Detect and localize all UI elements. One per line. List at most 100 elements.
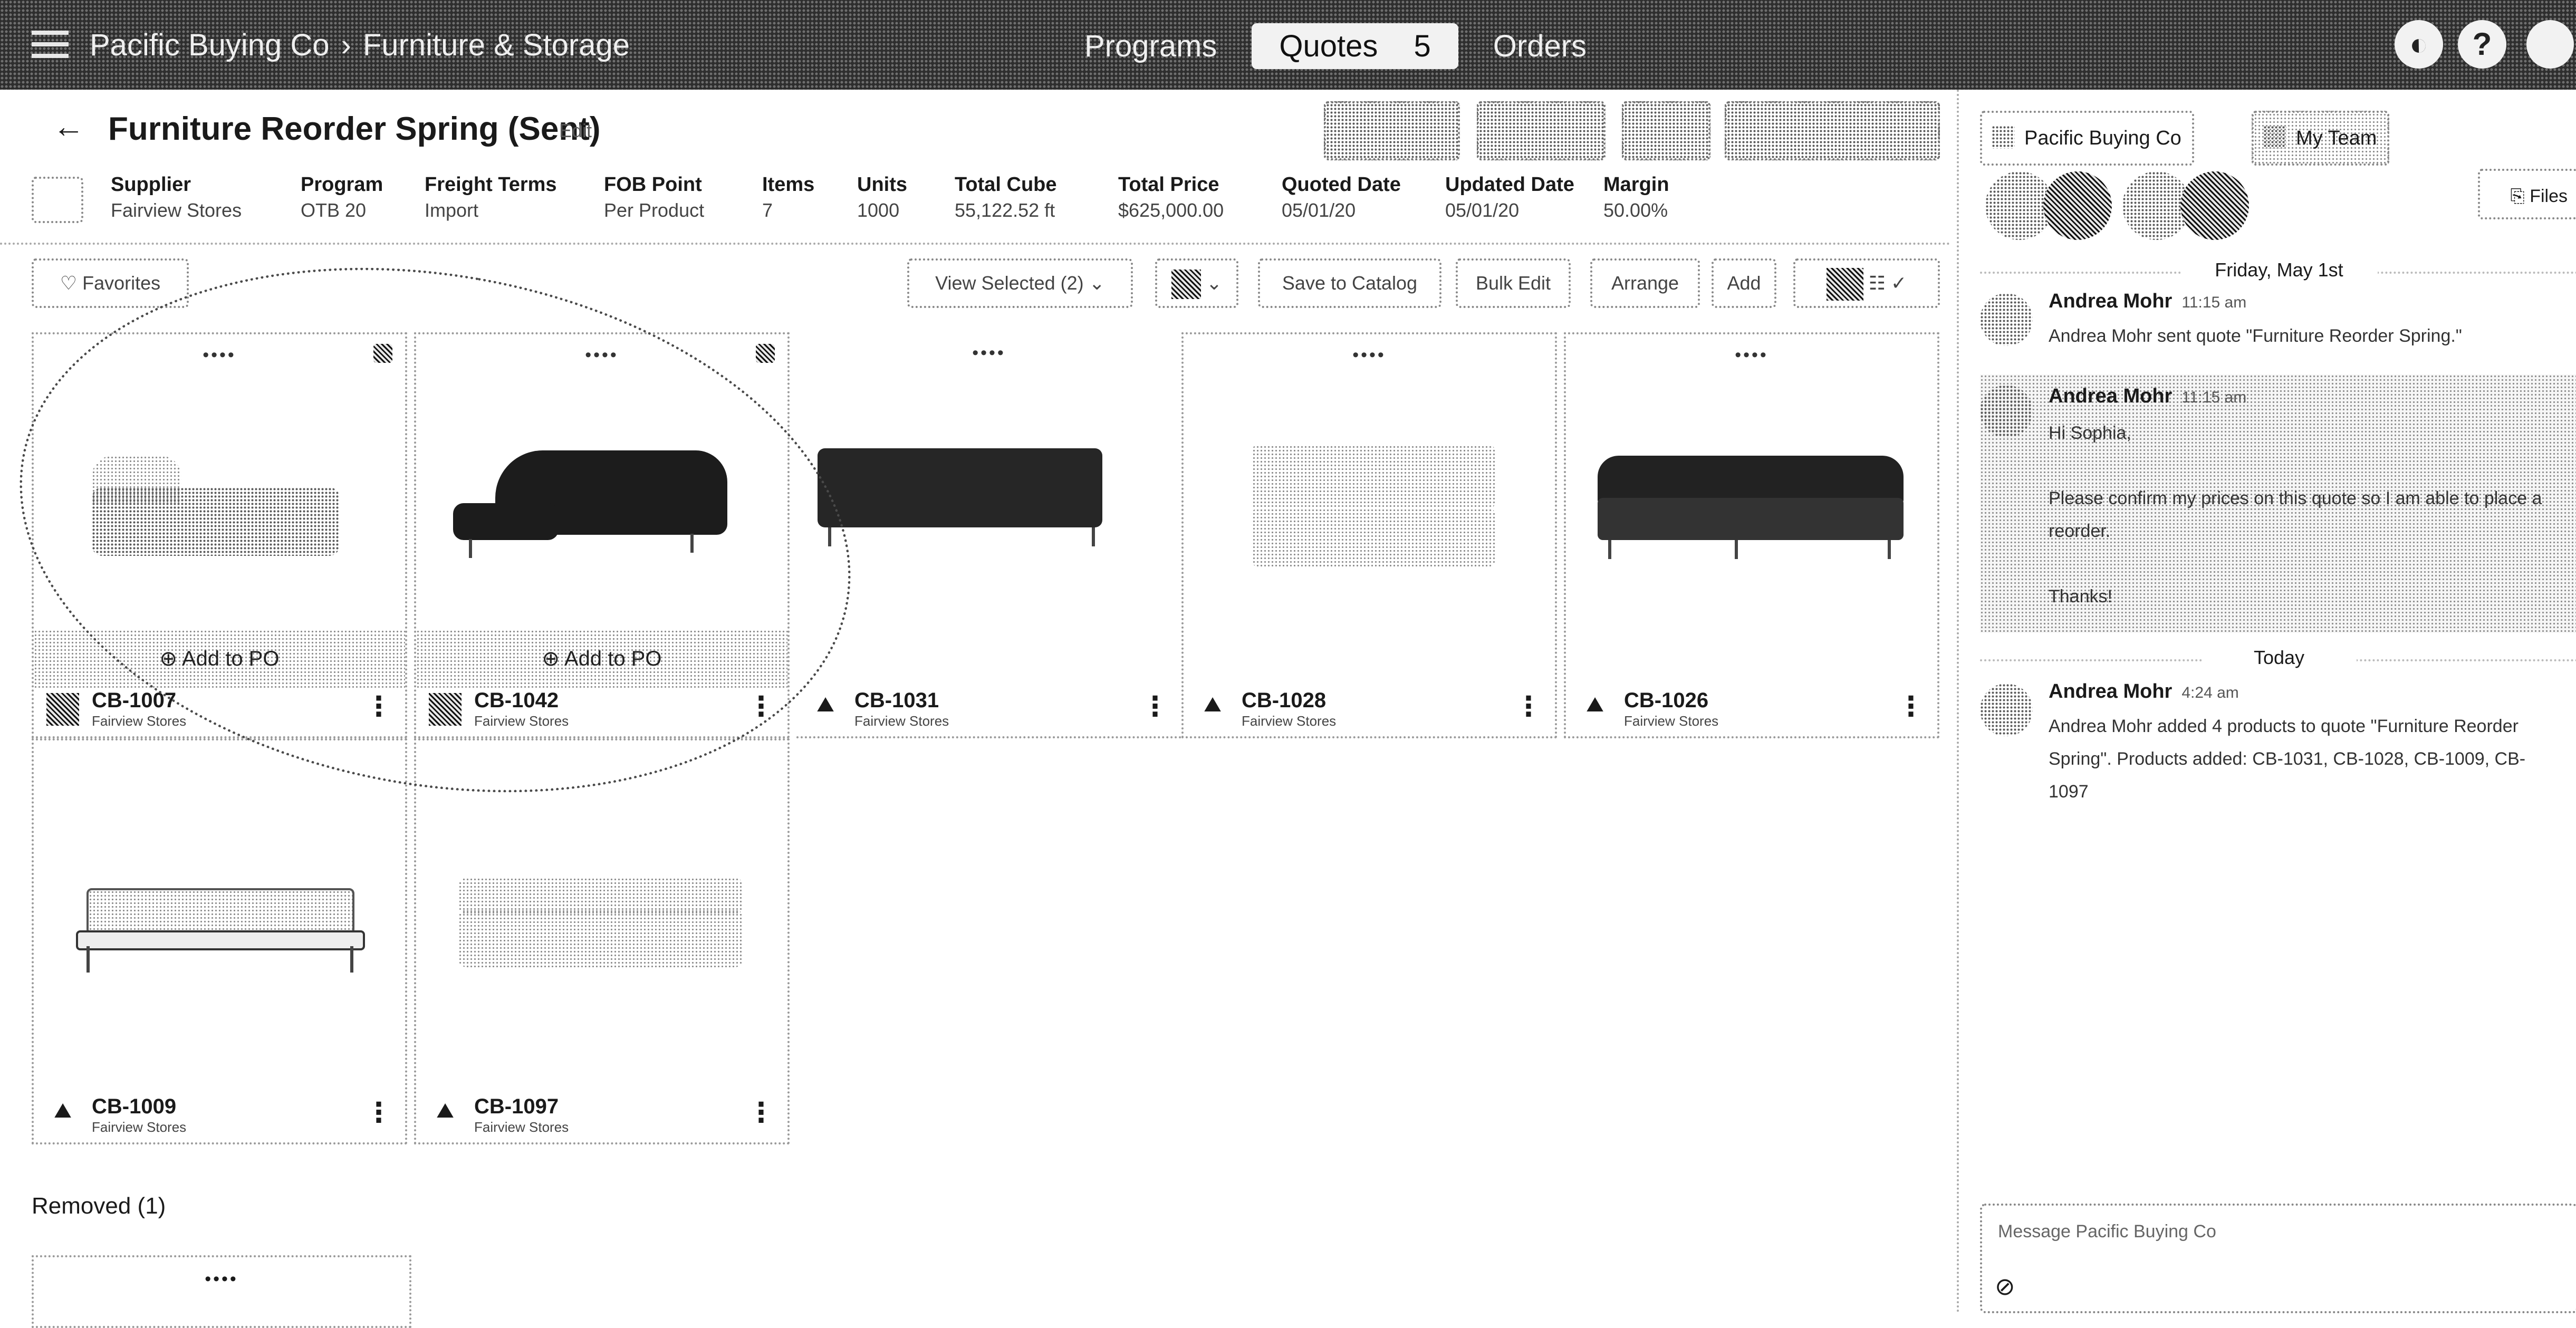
- product-card[interactable]: •••• ⛰ CB-1026 Fairview Stores ⋮: [1564, 332, 1939, 738]
- nav-orders[interactable]: Orders: [1479, 23, 1600, 69]
- grid-view-toggle[interactable]: ☷ ✓: [1793, 258, 1940, 308]
- product-card[interactable]: ⛰ CB-1097 Fairview Stores ⋮: [414, 738, 790, 1144]
- add-to-po-button[interactable]: ⊕ Add to PO: [416, 630, 787, 688]
- back-arrow-icon[interactable]: ←: [53, 108, 84, 145]
- card-status: ••••: [1735, 345, 1768, 365]
- tab-pacific-buying-co[interactable]: Pacific Buying Co: [1980, 111, 2194, 166]
- user-avatar[interactable]: [2526, 20, 2574, 69]
- product-image: [1587, 398, 1916, 598]
- product-image: [55, 804, 384, 1004]
- chevron-down-icon: ⌄: [1200, 272, 1223, 294]
- view-selected-dropdown[interactable]: View Selected (2) ⌄: [907, 258, 1133, 308]
- more-options-icon[interactable]: ⋮: [1897, 691, 1925, 723]
- sofa-leg: [1608, 540, 1611, 559]
- arrange-button[interactable]: Arrange: [1590, 258, 1700, 308]
- product-image: [437, 398, 766, 598]
- card-footer: ⛰ CB-1009 Fairview Stores ⋮: [34, 1090, 405, 1142]
- add-to-po-button[interactable]: ⊕ Add to PO: [34, 630, 405, 688]
- quote-action-button-2[interactable]: [1477, 101, 1606, 160]
- summary-value: 1000: [857, 199, 900, 221]
- message-avatar: [1980, 385, 2033, 438]
- product-sku: CB-1028: [1242, 689, 1327, 712]
- card-footer: CB-1007 Fairview Stores ⋮: [34, 684, 405, 736]
- card-status: ••••: [203, 345, 236, 365]
- product-card[interactable]: •••• ⛰ CB-1028 Fairview Stores ⋮: [1181, 332, 1557, 738]
- participant-avatar: [2180, 171, 2249, 240]
- product-card[interactable]: •••• ⛰ CB-1031 Fairview Stores ⋮: [796, 332, 1181, 738]
- removed-section-label[interactable]: Removed (1): [32, 1193, 166, 1219]
- selected-checkbox-icon[interactable]: [756, 344, 775, 363]
- more-options-icon[interactable]: ⋮: [365, 691, 392, 723]
- summary-label: Freight Terms: [425, 174, 557, 196]
- author-name: Andrea Mohr: [2049, 680, 2173, 703]
- product-supplier: Fairview Stores: [92, 713, 187, 729]
- main-nav: Programs Quotes 5 Orders: [1071, 23, 1600, 69]
- quote-primary-action-button[interactable]: [1725, 101, 1940, 160]
- sofa-back-shape: [86, 888, 354, 935]
- tab-label: My Team: [2296, 127, 2377, 149]
- product-image: [1205, 398, 1534, 598]
- message-body: Andrea Mohr sent quote "Furniture Reorde…: [2049, 326, 2462, 346]
- summary-units: Units 1000: [857, 174, 907, 222]
- check-icon: ✓: [1891, 272, 1907, 294]
- card-status: ••••: [585, 345, 619, 365]
- supplier-logo-icon: [32, 177, 83, 223]
- selected-checkbox-icon[interactable]: [373, 344, 392, 363]
- arrange-label: Arrange: [1611, 272, 1679, 294]
- sofa-seat-shape: [92, 487, 340, 556]
- summary-value: Import: [425, 199, 479, 221]
- bulk-edit-label: Bulk Edit: [1475, 272, 1551, 294]
- product-card[interactable]: •••• ⊕ Add to PO CB-1042 Fairview Stores…: [414, 332, 790, 738]
- hamburger-menu-icon[interactable]: [32, 31, 69, 58]
- nav-quotes[interactable]: Quotes 5: [1252, 23, 1458, 69]
- nav-quotes-badge: 5: [1414, 29, 1431, 63]
- removed-product-card[interactable]: ••••: [32, 1255, 411, 1328]
- sofa-leg: [86, 946, 90, 973]
- quote-action-button-1[interactable]: [1324, 101, 1460, 160]
- sofa-leg: [469, 539, 472, 558]
- card-footer: ⛰ CB-1031 Fairview Stores ⋮: [796, 684, 1181, 736]
- product-sku: CB-1009: [92, 1095, 177, 1118]
- product-card[interactable]: ⛰ CB-1009 Fairview Stores ⋮: [32, 738, 407, 1144]
- nav-programs[interactable]: Programs: [1071, 23, 1231, 69]
- message-compose-box[interactable]: Message Pacific Buying Co ⊘: [1980, 1204, 2576, 1313]
- color-filter-dropdown[interactable]: ⌄: [1155, 258, 1238, 308]
- edit-title-link[interactable]: Edit: [559, 120, 592, 142]
- bulk-edit-button[interactable]: Bulk Edit: [1456, 258, 1571, 308]
- sofa-leg: [690, 534, 694, 553]
- message-highlighted: Andrea Mohr 11:15 am Hi Sophia, Please co…: [1980, 374, 2576, 633]
- summary-fob-point: FOB Point Per Product: [604, 174, 704, 222]
- more-options-icon[interactable]: ⋮: [1141, 691, 1169, 723]
- add-circle-icon: ⊕: [159, 647, 182, 670]
- card-footer: CB-1042 Fairview Stores ⋮: [416, 684, 787, 736]
- more-options-icon[interactable]: ⋮: [365, 1097, 392, 1129]
- help-icon[interactable]: ?: [2458, 20, 2506, 69]
- summary-margin: Margin 50.00%: [1603, 174, 1669, 222]
- tab-my-team[interactable]: My Team: [2252, 111, 2390, 166]
- files-button[interactable]: ⎘ Files: [2478, 169, 2576, 219]
- more-options-icon[interactable]: ⋮: [747, 691, 775, 723]
- save-to-catalog-button[interactable]: Save to Catalog: [1258, 258, 1441, 308]
- sofa-back-shape: [1598, 456, 1904, 503]
- more-options-icon[interactable]: ⋮: [1515, 691, 1542, 723]
- summary-value: 50.00%: [1603, 199, 1668, 221]
- day-label: Today: [2202, 647, 2357, 669]
- compose-placeholder: Message Pacific Buying Co: [1998, 1221, 2216, 1242]
- breadcrumb-org[interactable]: Pacific Buying Co: [90, 28, 330, 62]
- product-card[interactable]: •••• ⊕ Add to PO CB-1007 Fairview Stores…: [32, 332, 407, 738]
- theme-icon[interactable]: ◐: [2395, 20, 2443, 69]
- quote-action-button-3[interactable]: [1622, 101, 1710, 160]
- message-time: 11:15 am: [2181, 294, 2247, 311]
- breadcrumb-section[interactable]: Furniture & Storage: [363, 28, 630, 62]
- favorites-button[interactable]: ♡ Favorites: [32, 258, 189, 308]
- summary-label: Updated Date: [1445, 174, 1574, 196]
- add-product-button[interactable]: Add: [1712, 258, 1776, 308]
- sofa-leg: [1888, 540, 1891, 559]
- attach-icon[interactable]: ⊘: [1995, 1272, 2015, 1301]
- more-options-icon[interactable]: ⋮: [747, 1097, 775, 1129]
- card-status: ••••: [1352, 345, 1386, 365]
- chaise-seat-shape: [453, 503, 559, 540]
- message-time: 11:15 am: [2181, 389, 2247, 406]
- breadcrumb-separator-icon: ›: [341, 28, 351, 62]
- product-thumbnail: [429, 693, 462, 726]
